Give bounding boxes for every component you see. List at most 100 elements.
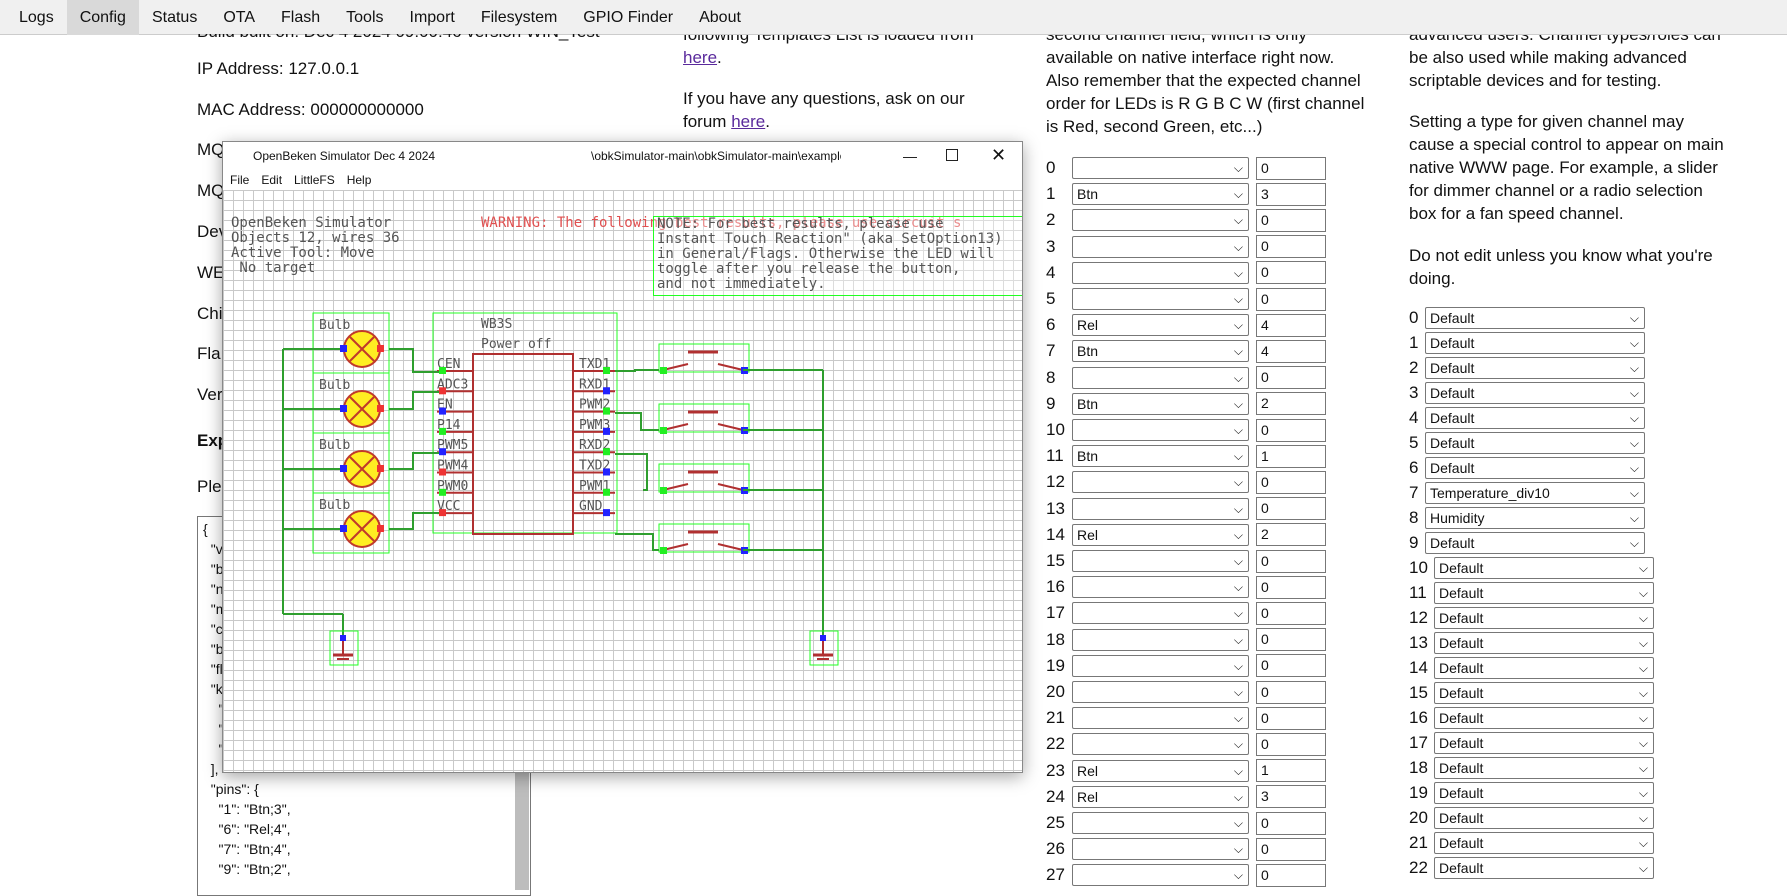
channel-role-select[interactable]	[1072, 366, 1249, 389]
channel-type-select[interactable]: Default	[1434, 832, 1654, 854]
channel-role-select[interactable]: Rel	[1072, 785, 1249, 808]
tab-config[interactable]: Config	[66, 0, 139, 35]
channel-role-select[interactable]	[1072, 812, 1249, 834]
minimize-icon[interactable]: —	[903, 142, 917, 170]
channel-role-select[interactable]	[1072, 261, 1249, 284]
channel-type-select[interactable]: Default	[1425, 307, 1645, 329]
channel-index-input[interactable]: 0	[1256, 418, 1326, 442]
channel-role-select[interactable]	[1072, 576, 1249, 599]
channel-index-input[interactable]: 2	[1256, 523, 1326, 547]
channel-role-select[interactable]	[1072, 497, 1249, 520]
sim-menu-file[interactable]: File	[230, 170, 249, 190]
channel-type-select[interactable]: Default	[1434, 682, 1654, 704]
channel-type-select[interactable]: Default	[1434, 807, 1654, 829]
circuit-diagram[interactable]: BulbBulbBulbBulbWB3SPower offCENADC3ENP1…	[223, 190, 1022, 772]
channel-type-select[interactable]: Default	[1425, 407, 1645, 429]
channel-role-select[interactable]	[1072, 419, 1249, 441]
channel-role-select[interactable]: Rel	[1072, 759, 1249, 782]
channel-index-input[interactable]: 0	[1256, 497, 1326, 521]
templates-here-link[interactable]: here	[683, 48, 717, 67]
channel-index-input[interactable]: 0	[1256, 366, 1326, 390]
tab-logs[interactable]: Logs	[6, 0, 67, 35]
channel-index-input[interactable]: 4	[1256, 313, 1326, 337]
channel-index-input[interactable]: 0	[1256, 706, 1326, 730]
channel-type-select[interactable]: Default	[1434, 857, 1654, 879]
channel-type-select[interactable]: Default	[1434, 557, 1654, 579]
channel-type-select[interactable]: Humidity	[1425, 507, 1645, 529]
tab-import[interactable]: Import	[397, 0, 468, 35]
channel-index-input[interactable]: 0	[1256, 811, 1326, 835]
channel-index-input[interactable]: 4	[1256, 339, 1326, 363]
channel-role-select[interactable]	[1072, 628, 1249, 651]
channel-type-select[interactable]: Default	[1425, 332, 1645, 354]
channel-index-input[interactable]: 0	[1256, 732, 1326, 756]
sim-menu-littlefs[interactable]: LittleFS	[294, 170, 335, 190]
channel-role-select[interactable]	[1072, 654, 1249, 677]
channel-index-input[interactable]: 0	[1256, 654, 1326, 678]
forum-here-link[interactable]: here	[731, 112, 765, 131]
tab-about[interactable]: About	[686, 0, 754, 35]
channel-index-input[interactable]: 0	[1256, 601, 1326, 625]
channel-role-select[interactable]	[1072, 235, 1249, 258]
channel-index-input[interactable]: 3	[1256, 182, 1326, 206]
channel-role-select[interactable]: Btn	[1072, 392, 1249, 415]
channel-role-select[interactable]	[1072, 838, 1249, 861]
channel-role-select[interactable]	[1072, 707, 1249, 730]
channel-index-input[interactable]: 1	[1256, 759, 1326, 783]
channel-role-select[interactable]	[1072, 602, 1249, 625]
channel-index-input[interactable]: 3	[1256, 785, 1326, 809]
channel-role-select[interactable]	[1072, 209, 1249, 232]
channel-index-input[interactable]: 2	[1256, 392, 1326, 416]
channel-role-select[interactable]: Btn	[1072, 445, 1249, 468]
channel-index-input[interactable]: 0	[1256, 156, 1326, 180]
channel-index-input[interactable]: 1	[1256, 444, 1326, 468]
channel-type-select[interactable]: Default	[1434, 582, 1654, 604]
simulator-window[interactable]: OpenBeken Simulator Dec 4 2024 \obkSimul…	[222, 141, 1023, 773]
channel-index-input[interactable]: 0	[1256, 235, 1326, 259]
tab-gpio-finder[interactable]: GPIO Finder	[570, 0, 686, 35]
channel-type-select[interactable]: Default	[1434, 782, 1654, 804]
sim-menu-help[interactable]: Help	[347, 170, 372, 190]
channel-type-select[interactable]: Default	[1425, 382, 1645, 404]
simulator-canvas[interactable]: OpenBeken Simulator Objects 12, wires 36 A…	[223, 190, 1022, 772]
channel-role-select[interactable]: Rel	[1072, 314, 1249, 337]
channel-role-select[interactable]: Btn	[1072, 340, 1249, 363]
channel-type-select[interactable]: Default	[1425, 432, 1645, 454]
channel-role-select[interactable]	[1072, 550, 1249, 572]
maximize-icon[interactable]	[946, 149, 958, 161]
channel-type-select[interactable]: Default	[1425, 532, 1645, 554]
channel-index-input[interactable]: 0	[1256, 549, 1326, 573]
channel-index-input[interactable]: 0	[1256, 837, 1326, 861]
simulator-titlebar[interactable]: OpenBeken Simulator Dec 4 2024 \obkSimul…	[223, 142, 1022, 170]
channel-type-select[interactable]: Default	[1425, 457, 1645, 479]
channel-index-input[interactable]: 0	[1256, 470, 1326, 494]
channel-type-select[interactable]: Default	[1434, 607, 1654, 629]
tab-status[interactable]: Status	[139, 0, 210, 35]
channel-index-input[interactable]: 0	[1256, 261, 1326, 285]
channel-role-select[interactable]	[1072, 471, 1249, 494]
channel-type-select[interactable]: Default	[1434, 707, 1654, 729]
channel-type-select[interactable]: Default	[1434, 757, 1654, 779]
channel-role-select[interactable]	[1072, 681, 1249, 703]
channel-type-select[interactable]: Temperature_div10	[1425, 482, 1645, 504]
channel-role-select[interactable]	[1072, 157, 1249, 179]
channel-index-input[interactable]: 0	[1256, 628, 1326, 652]
channel-index-input[interactable]: 0	[1256, 287, 1326, 311]
close-icon[interactable]: ✕	[991, 141, 1006, 169]
tab-tools[interactable]: Tools	[333, 0, 396, 35]
channel-index-input[interactable]: 0	[1256, 208, 1326, 232]
channel-index-input[interactable]: 0	[1256, 680, 1326, 704]
channel-role-select[interactable]	[1072, 864, 1249, 887]
tab-filesystem[interactable]: Filesystem	[468, 0, 570, 35]
sim-menu-edit[interactable]: Edit	[261, 170, 282, 190]
channel-type-select[interactable]: Default	[1434, 632, 1654, 654]
channel-index-input[interactable]: 0	[1256, 575, 1326, 599]
channel-role-select[interactable]: Rel	[1072, 523, 1249, 546]
tab-flash[interactable]: Flash	[268, 0, 333, 35]
channel-type-select[interactable]: Default	[1434, 657, 1654, 679]
channel-role-select[interactable]: Btn	[1072, 183, 1249, 206]
tab-ota[interactable]: OTA	[210, 0, 268, 35]
channel-role-select[interactable]	[1072, 733, 1249, 756]
channel-type-select[interactable]: Default	[1434, 732, 1654, 754]
channel-role-select[interactable]	[1072, 288, 1249, 310]
